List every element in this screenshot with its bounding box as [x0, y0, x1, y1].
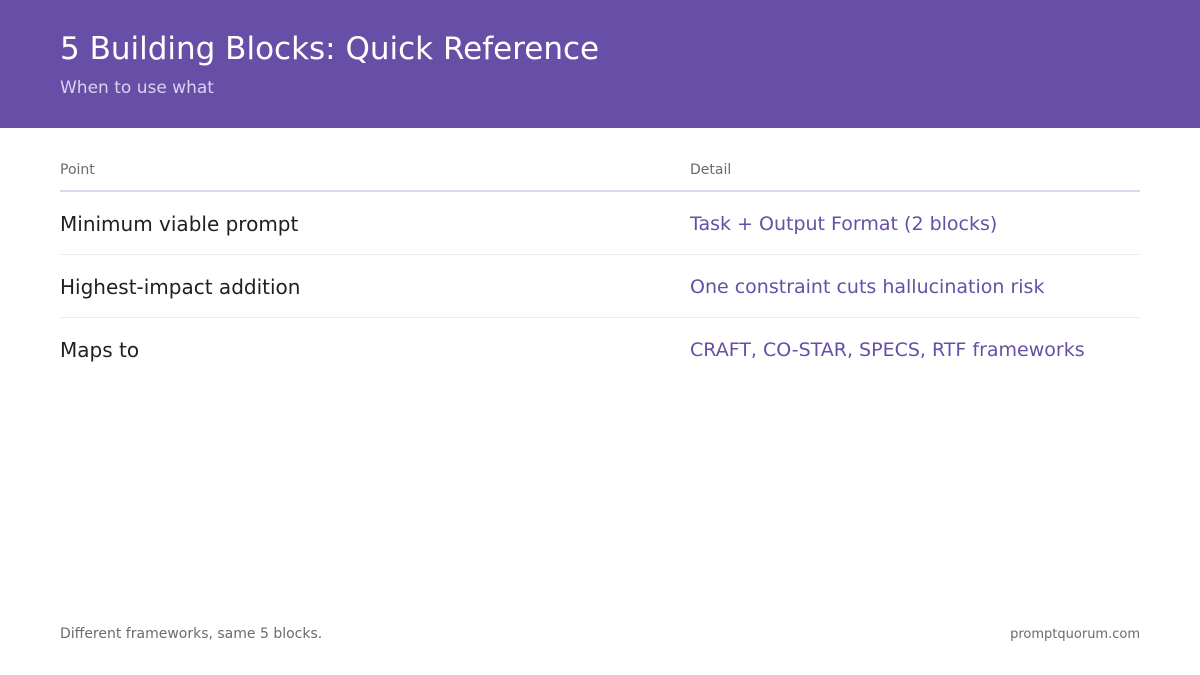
table-row: Highest-impact addition One constraint c…: [60, 255, 1140, 318]
footer-note: Different frameworks, same 5 blocks.: [60, 626, 323, 642]
row-detail: One constraint cuts hallucination risk: [690, 276, 1045, 298]
footer-brand: promptquorum.com: [1010, 627, 1140, 642]
row-point: Minimum viable prompt: [60, 212, 299, 236]
table-row: Maps to CRAFT, CO-STAR, SPECS, RTF frame…: [60, 318, 1140, 380]
row-detail: Task + Output Format (2 blocks): [690, 213, 998, 235]
column-header-point: Point: [60, 162, 95, 178]
table-row: Minimum viable prompt Task + Output Form…: [60, 192, 1140, 255]
row-point: Maps to: [60, 338, 140, 362]
page-title: 5 Building Blocks: Quick Reference: [60, 31, 600, 67]
row-detail: CRAFT, CO-STAR, SPECS, RTF frameworks: [690, 339, 1085, 361]
reference-table: Point Detail Minimum viable prompt Task …: [60, 150, 1140, 380]
table-header: Point Detail: [60, 150, 1140, 192]
row-point: Highest-impact addition: [60, 275, 301, 299]
page-subtitle: When to use what: [60, 78, 214, 98]
column-header-detail: Detail: [690, 162, 732, 178]
header-banner: 5 Building Blocks: Quick Reference When …: [0, 0, 1200, 128]
